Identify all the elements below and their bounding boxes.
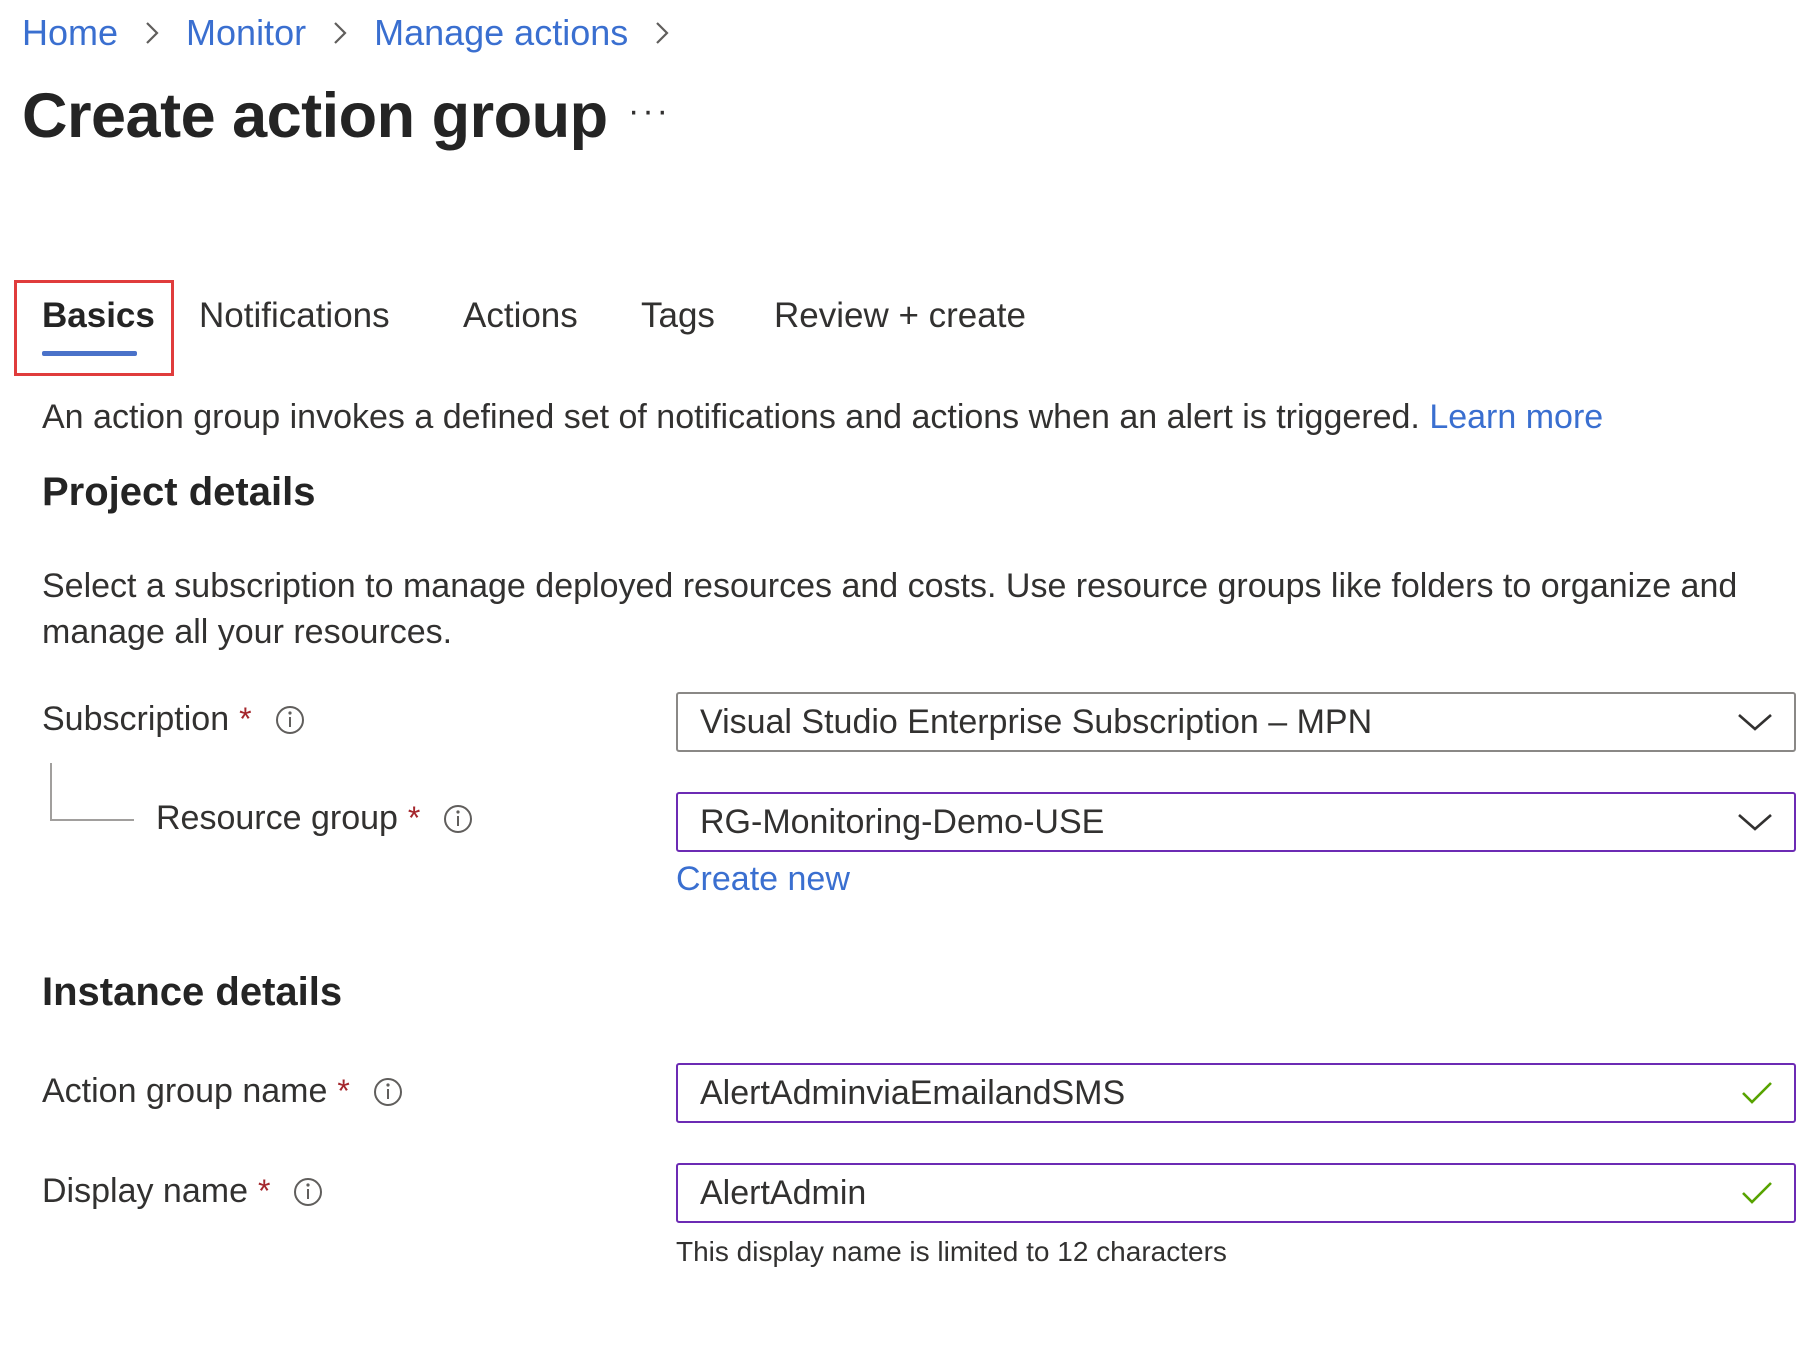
- resource-group-label: Resource group *: [156, 799, 474, 838]
- required-marker: *: [337, 1073, 350, 1109]
- intro-description: An action group invokes a defined set of…: [42, 398, 1603, 437]
- tab-basics[interactable]: Basics: [42, 296, 155, 336]
- tab-actions[interactable]: Actions: [463, 296, 578, 336]
- required-marker: *: [257, 1173, 271, 1209]
- display-name-label-text: Display name: [42, 1172, 248, 1210]
- required-marker: *: [239, 701, 252, 737]
- action-group-name-value: AlertAdminviaEmailandSMS: [700, 1073, 1126, 1112]
- display-name-hint: This display name is limited to 12 chara…: [676, 1236, 1227, 1267]
- breadcrumb: Home Monitor Manage actions: [22, 12, 696, 54]
- info-icon[interactable]: [372, 1076, 404, 1108]
- checkmark-icon: [1742, 1082, 1772, 1104]
- chevron-right-icon: [642, 13, 682, 53]
- action-group-name-label-text: Action group name: [42, 1072, 328, 1110]
- breadcrumb-home[interactable]: Home: [22, 12, 118, 54]
- subscription-value: Visual Studio Enterprise Subscription – …: [700, 702, 1373, 741]
- resource-group-label-text: Resource group: [156, 799, 398, 837]
- subscription-label: Subscription *: [42, 700, 306, 739]
- chevron-right-icon: [132, 13, 172, 53]
- intro-text: An action group invokes a defined set of…: [42, 398, 1420, 436]
- info-icon[interactable]: [292, 1176, 324, 1208]
- subscription-dropdown[interactable]: Visual Studio Enterprise Subscription – …: [676, 692, 1796, 752]
- chevron-down-icon: [1738, 814, 1772, 831]
- tab-tags[interactable]: Tags: [641, 296, 715, 336]
- breadcrumb-monitor[interactable]: Monitor: [186, 12, 306, 54]
- checkmark-icon: [1742, 1182, 1772, 1204]
- info-icon[interactable]: [274, 704, 306, 736]
- display-name-value: AlertAdmin: [700, 1173, 867, 1212]
- more-options-button[interactable]: ···: [628, 92, 671, 131]
- action-group-name-label: Action group name *: [42, 1072, 404, 1111]
- chevron-right-icon: [320, 13, 360, 53]
- action-group-name-input[interactable]: AlertAdminviaEmailandSMS: [676, 1063, 1796, 1123]
- subscription-label-text: Subscription: [42, 700, 230, 738]
- resource-group-dropdown[interactable]: RG-Monitoring-Demo-USE: [676, 792, 1796, 852]
- create-new-link[interactable]: Create new: [676, 860, 850, 899]
- chevron-down-icon: [1738, 714, 1772, 731]
- page-title: Create action group: [22, 81, 608, 151]
- resource-group-value: RG-Monitoring-Demo-USE: [700, 802, 1105, 841]
- tree-connector: [50, 763, 134, 821]
- tab-notifications[interactable]: Notifications: [199, 296, 390, 336]
- instance-details-heading: Instance details: [42, 970, 343, 1014]
- tab-review-create[interactable]: Review + create: [774, 296, 1026, 336]
- project-details-heading: Project details: [42, 470, 316, 514]
- info-icon[interactable]: [442, 803, 474, 835]
- display-name-input[interactable]: AlertAdmin: [676, 1163, 1796, 1223]
- project-details-description: Select a subscription to manage deployed…: [42, 567, 1738, 651]
- learn-more-link[interactable]: Learn more: [1429, 398, 1603, 436]
- tab-active-indicator: [42, 351, 137, 356]
- tab-bar: Basics Notifications Actions Tags Review…: [0, 280, 1817, 380]
- breadcrumb-manage-actions[interactable]: Manage actions: [374, 12, 628, 54]
- required-marker: *: [407, 800, 421, 836]
- display-name-label: Display name *: [42, 1172, 324, 1211]
